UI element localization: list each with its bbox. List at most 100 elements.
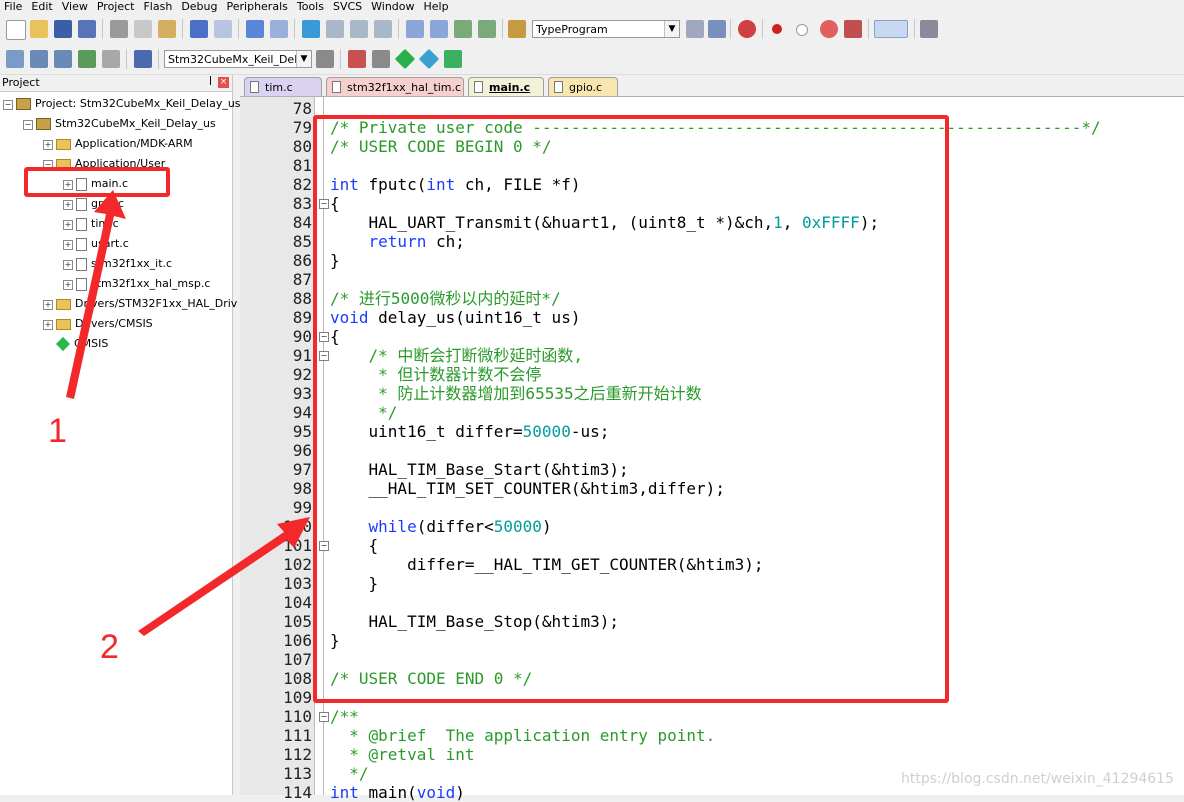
- tree-file-hal-msp-c[interactable]: stm32f1xx_hal_msp.c: [76, 275, 210, 293]
- save-all-icon[interactable]: [78, 20, 96, 38]
- paste-icon[interactable]: [158, 20, 176, 38]
- menu-project[interactable]: Project: [93, 0, 140, 13]
- expand-icon[interactable]: +: [43, 320, 53, 330]
- find-icon[interactable]: [686, 20, 704, 38]
- target-combo[interactable]: Stm32CubeMx_Keil_Delay ▼: [164, 50, 312, 68]
- menu-debug[interactable]: Debug: [177, 0, 222, 13]
- tree-file-gpio-c[interactable]: gpio.c: [76, 195, 124, 213]
- disable-breakpoint-icon[interactable]: [796, 24, 808, 36]
- nav-back-icon[interactable]: [246, 20, 264, 38]
- line-number: 91: [292, 346, 312, 365]
- file-icon: [76, 197, 87, 211]
- tree-file-usart-c[interactable]: usart.c: [76, 235, 129, 253]
- chevron-down-icon[interactable]: ▼: [664, 21, 679, 37]
- kill-breakpoints-icon[interactable]: [844, 20, 862, 38]
- tree-group-app-mdk[interactable]: Application/MDK-ARM: [56, 135, 193, 153]
- build-icon[interactable]: [30, 50, 48, 68]
- new-file-icon[interactable]: [6, 20, 26, 40]
- line-number: 88: [292, 289, 312, 308]
- menu-peripherals[interactable]: Peripherals: [223, 0, 293, 13]
- batch-build-icon[interactable]: [78, 50, 96, 68]
- tab-stm32f1xx-hal-tim-c[interactable]: stm32f1xx_hal_tim.c: [326, 77, 464, 96]
- rebuild-icon[interactable]: [54, 50, 72, 68]
- pin-icon[interactable]: ꟾ: [209, 75, 212, 91]
- download-icon[interactable]: [134, 50, 152, 68]
- menu-window[interactable]: Window: [367, 0, 419, 13]
- run-time-env-icon[interactable]: [444, 50, 462, 68]
- select-packs-icon[interactable]: [372, 50, 390, 68]
- tree-label: stm32f1xx_it.c: [91, 257, 173, 270]
- tree-group-drivers-cmsis[interactable]: Drivers/CMSIS: [56, 315, 153, 333]
- tab-main-c[interactable]: main.c: [468, 77, 544, 96]
- start-debug-icon[interactable]: [738, 20, 756, 38]
- disable-all-breakpoints-icon[interactable]: [820, 20, 838, 38]
- undo-icon[interactable]: [190, 20, 208, 38]
- uncomment-icon[interactable]: [478, 20, 496, 38]
- toolbar-separator: [340, 49, 341, 69]
- expand-icon[interactable]: +: [63, 280, 73, 290]
- close-icon[interactable]: ×: [218, 77, 229, 88]
- unindent-icon[interactable]: [430, 20, 448, 38]
- menu-view[interactable]: View: [58, 0, 93, 13]
- menu-edit[interactable]: Edit: [27, 0, 57, 13]
- open-folder-icon[interactable]: [30, 20, 48, 38]
- collapse-icon[interactable]: −: [23, 120, 33, 130]
- tree-component-cmsis[interactable]: CMSIS: [55, 335, 109, 353]
- find-combo[interactable]: TypeProgram ▼: [532, 20, 680, 38]
- incremental-find-icon[interactable]: [708, 20, 726, 38]
- menu-help[interactable]: Help: [420, 0, 454, 13]
- tree-target[interactable]: Stm32CubeMx_Keil_Delay_us: [36, 115, 216, 133]
- expand-icon[interactable]: +: [43, 300, 53, 310]
- indent-icon[interactable]: [406, 20, 424, 38]
- configure-icon[interactable]: [920, 20, 938, 38]
- prev-bookmark-icon[interactable]: [326, 20, 344, 38]
- manage-project-items-icon[interactable]: [348, 50, 366, 68]
- file-icon: [250, 81, 259, 93]
- annotation-box-code: [313, 115, 949, 703]
- pack-installer-icon[interactable]: [418, 48, 440, 70]
- manage-rte-icon[interactable]: [394, 48, 416, 70]
- target-options-icon[interactable]: [316, 50, 334, 68]
- cut-icon[interactable]: [110, 20, 128, 38]
- tree-label: CMSIS: [74, 337, 109, 350]
- save-icon[interactable]: [54, 20, 72, 38]
- breakpoint-icon[interactable]: [772, 24, 782, 34]
- tab-gpio-c[interactable]: gpio.c: [548, 77, 618, 96]
- nav-forward-icon[interactable]: [270, 20, 288, 38]
- find-in-files-icon[interactable]: [508, 20, 526, 38]
- comment-icon[interactable]: [454, 20, 472, 38]
- tree-project-root[interactable]: Project: Stm32CubeMx_Keil_Delay_us: [16, 95, 241, 113]
- chevron-down-icon[interactable]: ▼: [296, 51, 311, 67]
- collapse-icon[interactable]: −: [3, 100, 13, 110]
- tree-file-tim-c[interactable]: tim.c: [76, 215, 119, 233]
- line-number: 108: [283, 669, 312, 688]
- next-bookmark-icon[interactable]: [350, 20, 368, 38]
- stop-build-icon[interactable]: [102, 50, 120, 68]
- copy-icon[interactable]: [134, 20, 152, 38]
- window-layout-icon[interactable]: [874, 20, 908, 38]
- fold-toggle-icon[interactable]: −: [319, 712, 329, 722]
- expand-icon[interactable]: +: [63, 240, 73, 250]
- tab-tim-c[interactable]: tim.c: [244, 77, 322, 96]
- expand-icon[interactable]: +: [63, 220, 73, 230]
- menu-tools[interactable]: Tools: [293, 0, 329, 13]
- line-number: 106: [283, 631, 312, 650]
- expand-icon[interactable]: +: [63, 260, 73, 270]
- redo-icon[interactable]: [214, 20, 232, 38]
- line-number: 78: [292, 99, 312, 118]
- translate-icon[interactable]: [6, 50, 24, 68]
- toolbar-separator: [294, 19, 295, 39]
- expand-icon[interactable]: +: [43, 140, 53, 150]
- tree-label: usart.c: [91, 237, 129, 250]
- bookmark-icon[interactable]: [302, 20, 320, 38]
- code-line: * @retval int: [330, 745, 474, 764]
- expand-icon[interactable]: +: [63, 200, 73, 210]
- toolbar-separator: [158, 49, 159, 69]
- menu-file[interactable]: File: [0, 0, 27, 13]
- tree-group-drivers-hal[interactable]: Drivers/STM32F1xx_HAL_Driv: [56, 295, 237, 313]
- tree-file-it-c[interactable]: stm32f1xx_it.c: [76, 255, 172, 273]
- clear-bookmarks-icon[interactable]: [374, 20, 392, 38]
- menu-flash[interactable]: Flash: [139, 0, 177, 13]
- menu-svcs[interactable]: SVCS: [329, 0, 367, 13]
- tab-label: tim.c: [265, 81, 293, 94]
